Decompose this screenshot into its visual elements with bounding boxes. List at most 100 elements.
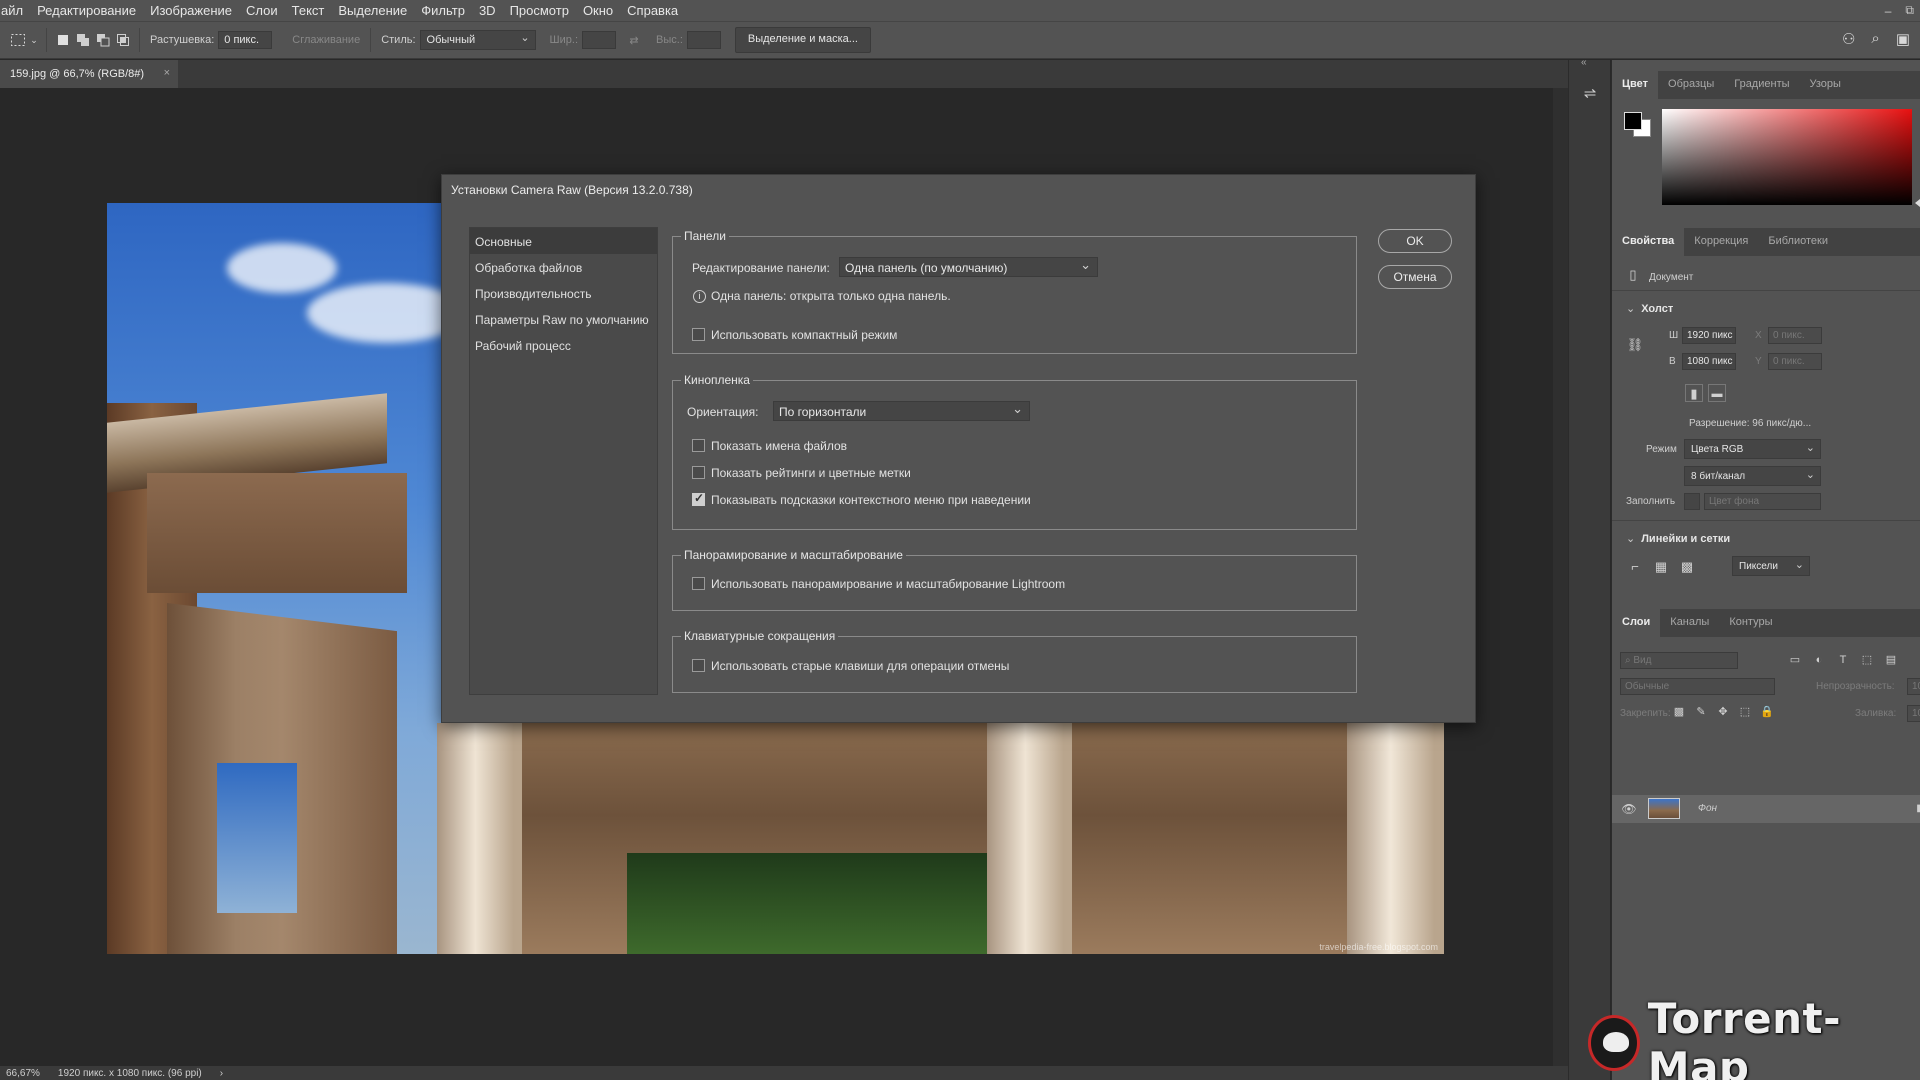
eye-icon[interactable]: 👁 xyxy=(1620,800,1638,818)
show-filenames-checkbox[interactable] xyxy=(692,439,705,452)
show-hints-checkbox[interactable] xyxy=(692,491,705,506)
document-tab[interactable]: 159.jpg @ 66,7% (RGB/8#) × xyxy=(0,60,178,88)
intersect-selection-icon[interactable] xyxy=(113,30,133,50)
pixel-grid-icon[interactable]: ▩ xyxy=(1678,558,1696,576)
orientation-select[interactable]: По горизонтали xyxy=(773,401,1030,421)
portrait-orientation-icon[interactable]: ▮ xyxy=(1685,384,1703,402)
menu-edit[interactable]: Редактирование xyxy=(30,3,143,18)
layer-name[interactable]: Фон xyxy=(1698,803,1717,814)
lock-brush-icon[interactable]: ✎ xyxy=(1692,703,1710,721)
lock-artboard-icon[interactable]: ⬚ xyxy=(1736,703,1754,721)
width-input[interactable] xyxy=(582,31,617,49)
compact-mode-checkbox[interactable] xyxy=(692,328,705,341)
panel-editing-select[interactable]: Одна панель (по умолчанию) xyxy=(839,257,1098,277)
ruler-units-select[interactable]: Пиксели xyxy=(1732,556,1810,576)
status-menu-arrow[interactable]: › xyxy=(220,1068,223,1079)
x-input[interactable]: 0 пикс. xyxy=(1768,327,1822,344)
lock-all-icon[interactable]: 🔒 xyxy=(1758,703,1776,721)
add-selection-icon[interactable] xyxy=(73,30,93,50)
menu-select[interactable]: Выделение xyxy=(331,3,414,18)
antialias-checkbox-label[interactable]: Сглаживание xyxy=(292,34,360,46)
search-icon[interactable]: ⌕ xyxy=(1871,30,1879,48)
link-icon[interactable]: ⛓ xyxy=(1626,336,1644,354)
tab-patterns[interactable]: Узоры xyxy=(1800,71,1851,99)
height-input[interactable] xyxy=(686,31,721,49)
blend-mode-select[interactable]: Обычные xyxy=(1620,678,1775,695)
menu-image[interactable]: Изображение xyxy=(143,3,239,18)
filter-smart-object-icon[interactable]: ▤ xyxy=(1882,651,1900,669)
lightroom-pan-zoom-checkbox[interactable] xyxy=(692,577,705,590)
tool-preset-chevron-icon[interactable]: ⌄ xyxy=(28,30,40,50)
vertical-scrollbar[interactable] xyxy=(1553,88,1568,1066)
marquee-tool-icon[interactable] xyxy=(8,30,28,50)
menu-layers[interactable]: Слои xyxy=(239,3,285,18)
tab-properties[interactable]: Свойства xyxy=(1612,228,1685,256)
y-input[interactable]: 0 пикс. xyxy=(1768,353,1822,370)
legacy-undo-checkbox[interactable] xyxy=(692,659,705,672)
show-ratings-checkbox[interactable] xyxy=(692,466,705,479)
tab-paths[interactable]: Контуры xyxy=(1719,609,1782,637)
show-ratings-label[interactable]: Показать рейтинги и цветные метки xyxy=(711,466,911,480)
collapse-panels-icon[interactable]: « xyxy=(1581,57,1587,68)
zoom-level[interactable]: 66,67% xyxy=(6,1068,40,1079)
share-icon[interactable]: ⚇ xyxy=(1842,30,1855,48)
new-selection-icon[interactable] xyxy=(53,30,73,50)
history-panel-icon[interactable]: ⇌ xyxy=(1579,84,1601,106)
fill-color-swatch[interactable] xyxy=(1684,493,1700,510)
menu-file[interactable]: айл xyxy=(0,3,30,18)
compact-mode-label[interactable]: Использовать компактный режим xyxy=(711,328,897,342)
tab-libraries[interactable]: Библиотеки xyxy=(1758,228,1838,256)
hue-slider-marker[interactable] xyxy=(1915,199,1920,207)
workspace-icon[interactable]: ▣ xyxy=(1896,30,1910,48)
legacy-undo-label[interactable]: Использовать старые клавиши для операции… xyxy=(711,659,1009,673)
rulers-section-title[interactable]: ⌄ Линейки и сетки xyxy=(1626,532,1730,545)
nav-item-raw-defaults[interactable]: Параметры Raw по умолчанию xyxy=(470,306,657,332)
menu-filter[interactable]: Фильтр xyxy=(414,3,472,18)
canvas-height-input[interactable]: 1080 пикс xyxy=(1682,353,1736,370)
fill-select[interactable]: Цвет фона xyxy=(1704,493,1821,510)
lightroom-pan-zoom-label[interactable]: Использовать панорамирование и масштабир… xyxy=(711,577,1065,591)
tab-gradients[interactable]: Градиенты xyxy=(1724,71,1799,99)
swap-arrows-icon[interactable]: ⇄ xyxy=(624,30,644,50)
lock-position-icon[interactable]: ✥ xyxy=(1714,703,1732,721)
layer-filter-input[interactable]: ⌕ Вид xyxy=(1620,652,1738,669)
ok-button[interactable]: OK xyxy=(1378,229,1452,253)
menu-view[interactable]: Просмотр xyxy=(503,3,576,18)
tab-color[interactable]: Цвет xyxy=(1612,71,1659,99)
restore-icon[interactable]: ⧉ xyxy=(1905,3,1914,18)
style-select[interactable]: Обычный xyxy=(419,30,536,50)
landscape-orientation-icon[interactable]: ▬ xyxy=(1708,384,1726,402)
opacity-input[interactable]: 10 xyxy=(1907,678,1920,695)
layer-row[interactable]: 👁 Фон ▮ xyxy=(1612,795,1920,823)
cancel-button[interactable]: Отмена xyxy=(1378,265,1452,289)
show-filenames-label[interactable]: Показать имена файлов xyxy=(711,439,847,453)
ruler-icon[interactable]: ⌐ xyxy=(1626,558,1644,576)
canvas-width-input[interactable]: 1920 пикс xyxy=(1682,327,1736,344)
close-icon[interactable]: × xyxy=(164,67,170,79)
select-and-mask-button[interactable]: Выделение и маска... xyxy=(734,27,871,53)
menu-type[interactable]: Текст xyxy=(285,3,332,18)
bit-depth-select[interactable]: 8 бит/канал xyxy=(1684,466,1821,486)
filter-type-icon[interactable]: T xyxy=(1834,651,1852,669)
filter-shape-icon[interactable]: ⬚ xyxy=(1858,651,1876,669)
grid-icon[interactable]: ▦ xyxy=(1652,558,1670,576)
lock-pixels-icon[interactable]: ▩ xyxy=(1670,703,1688,721)
filter-adjustment-icon[interactable]: ◐ xyxy=(1810,651,1828,669)
dialog-title[interactable]: Установки Camera Raw (Версия 13.2.0.738) xyxy=(442,175,1475,205)
nav-item-file-handling[interactable]: Обработка файлов xyxy=(470,254,657,280)
filter-image-icon[interactable]: ▭ xyxy=(1786,651,1804,669)
fill-input[interactable]: 10 xyxy=(1907,705,1920,722)
subtract-selection-icon[interactable] xyxy=(93,30,113,50)
tab-adjustments[interactable]: Коррекция xyxy=(1684,228,1758,256)
tab-layers[interactable]: Слои xyxy=(1612,609,1661,637)
foreground-swatch[interactable] xyxy=(1624,112,1642,130)
feather-input[interactable]: 0 пикс. xyxy=(218,31,273,49)
nav-item-general[interactable]: Основные xyxy=(470,228,657,254)
menu-3d[interactable]: 3D xyxy=(472,3,503,18)
color-picker-field[interactable] xyxy=(1662,109,1912,205)
tab-swatches[interactable]: Образцы xyxy=(1658,71,1724,99)
tab-channels[interactable]: Каналы xyxy=(1660,609,1719,637)
canvas-section-title[interactable]: ⌄ Холст xyxy=(1626,302,1673,315)
menu-window[interactable]: Окно xyxy=(576,3,620,18)
menu-help[interactable]: Справка xyxy=(620,3,685,18)
